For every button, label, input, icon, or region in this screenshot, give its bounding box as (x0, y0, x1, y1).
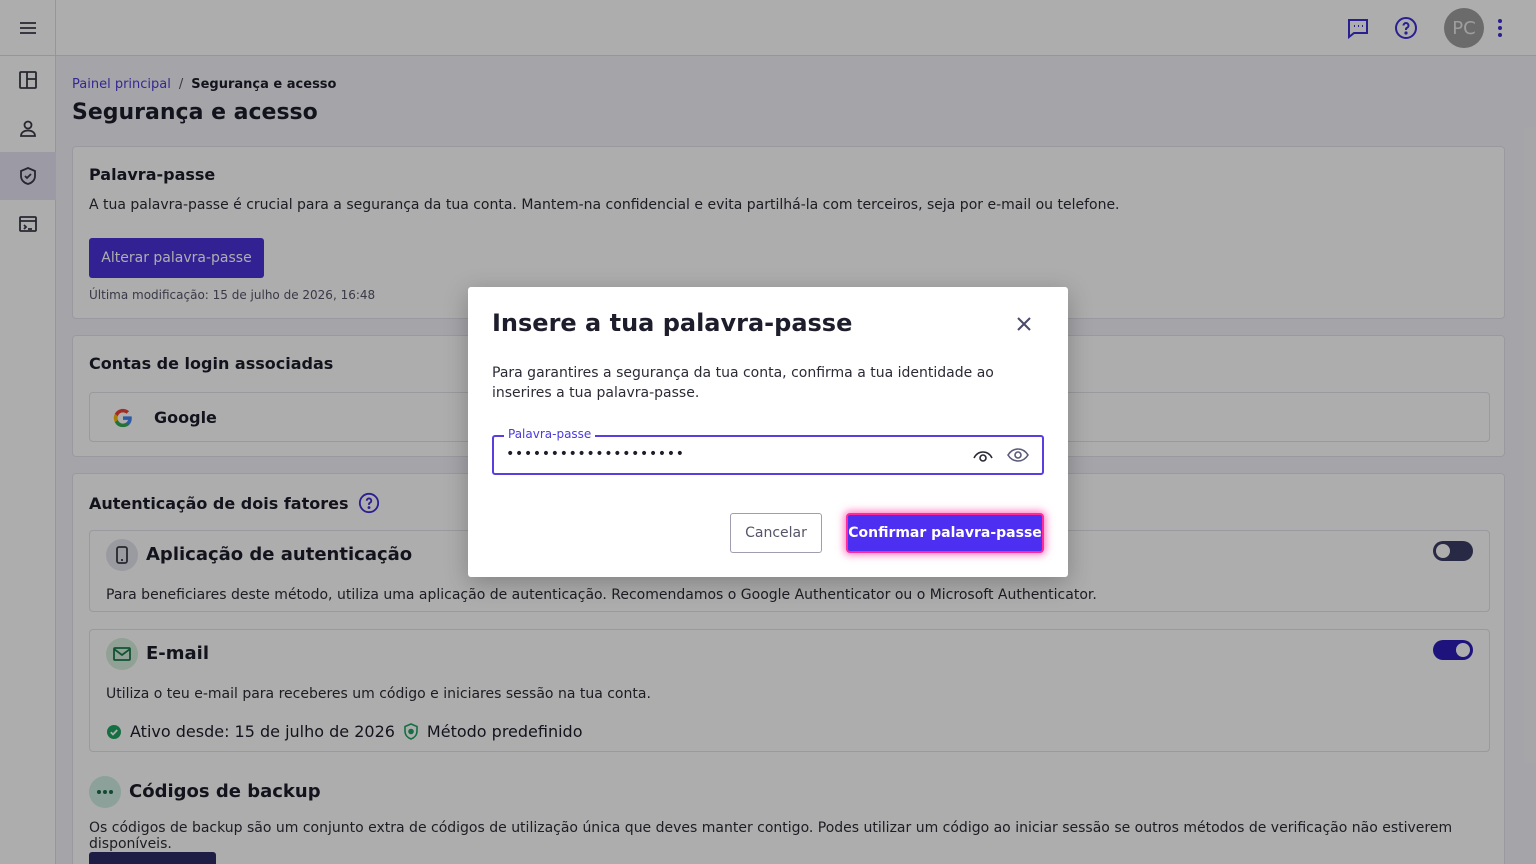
close-button[interactable] (1011, 311, 1037, 337)
show-password-icon[interactable] (1006, 444, 1030, 466)
password-confirm-dialog: Insere a tua palavra-passe Para garantir… (468, 287, 1068, 577)
dialog-title: Insere a tua palavra-passe (492, 309, 853, 337)
cancel-button[interactable]: Cancelar (730, 513, 822, 553)
eye-icon[interactable] (972, 446, 994, 466)
confirm-password-button[interactable]: Confirmar palavra-passe (846, 513, 1044, 553)
close-icon (1017, 317, 1031, 331)
dialog-description: Para garantires a segurança da tua conta… (492, 365, 994, 401)
password-input[interactable] (506, 446, 946, 462)
password-field-label: Palavra-passe (504, 427, 596, 441)
password-field: Palavra-passe (492, 427, 1044, 475)
